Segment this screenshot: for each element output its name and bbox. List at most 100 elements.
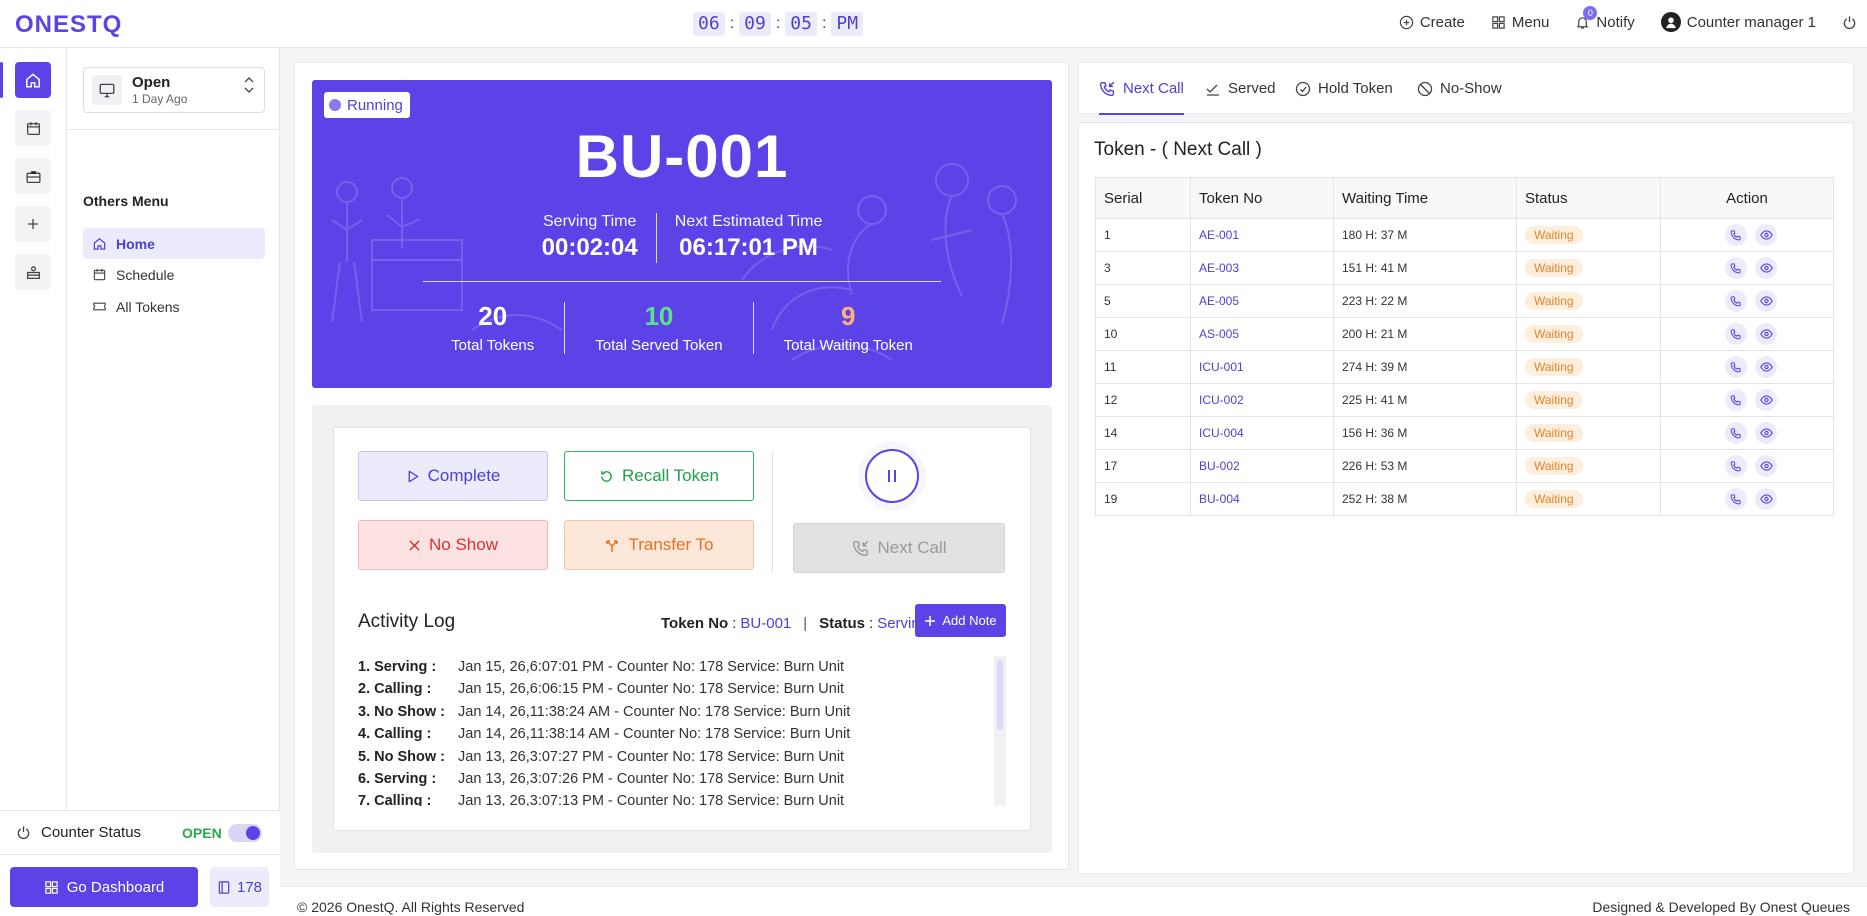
no-show-button[interactable]: No Show: [358, 520, 548, 570]
tab-label: No-Show: [1440, 80, 1502, 97]
complete-button[interactable]: Complete: [358, 451, 548, 501]
table-row: 19 BU-004 252 H: 38 M Waiting: [1095, 482, 1834, 516]
avatar: [1660, 12, 1681, 32]
logout-button[interactable]: [1842, 15, 1857, 30]
brand-logo[interactable]: ONESTQ: [15, 11, 122, 39]
status-badge: Waiting: [1525, 259, 1583, 277]
call-token-button[interactable]: [1725, 488, 1747, 510]
rail-home[interactable]: [15, 62, 51, 98]
tab-served[interactable]: Served: [1205, 63, 1276, 114]
pause-button[interactable]: [858, 442, 926, 510]
cell-token-no[interactable]: AS-005: [1190, 317, 1334, 351]
view-token-button[interactable]: [1755, 290, 1777, 312]
cell-token-no[interactable]: AE-003: [1190, 251, 1334, 285]
log-text: Jan 15, 26,6:07:01 PM - Counter No: 178 …: [458, 659, 845, 675]
call-token-button[interactable]: [1725, 422, 1747, 444]
transfer-label: Transfer To: [628, 535, 714, 554]
activity-log-meta: Token No : BU-001 | Status : Serving: [661, 615, 928, 632]
top-nav: Create Menu 0 Notify Counter manager 1: [1399, 5, 1857, 32]
activity-log-scrollbar[interactable]: [994, 656, 1006, 806]
create-button[interactable]: Create: [1399, 14, 1465, 31]
cell-token-no[interactable]: BU-002: [1190, 449, 1334, 483]
serving-time-label: Serving Time: [543, 213, 637, 230]
rail-counter[interactable]: [15, 254, 51, 290]
clock-minutes: 09: [739, 12, 771, 36]
user-menu[interactable]: Counter manager 1: [1660, 12, 1816, 32]
cell-token-no[interactable]: AE-005: [1190, 284, 1334, 318]
view-token-button[interactable]: [1755, 422, 1777, 444]
tab-label: Served: [1228, 80, 1276, 97]
menu-button[interactable]: Menu: [1491, 14, 1549, 31]
table-header-row: Serial Token No Waiting Time Status Acti…: [1095, 177, 1834, 219]
log-status: 7. Calling :: [358, 793, 432, 806]
call-token-button[interactable]: [1725, 356, 1747, 378]
call-token-button[interactable]: [1725, 323, 1747, 345]
call-token-button[interactable]: [1725, 290, 1747, 312]
current-token-card: Running BU-001 Serving Time 00:02:04 Nex…: [312, 80, 1052, 388]
next-call-button[interactable]: Next Call: [793, 523, 1005, 573]
scrollbar-thumb[interactable]: [997, 660, 1003, 730]
rail-add[interactable]: [15, 206, 51, 242]
activity-log-list[interactable]: 1. Serving : Jan 15, 26,6:07:01 PM - Coun…: [358, 656, 1006, 806]
cell-token-no[interactable]: ICU-001: [1190, 350, 1334, 384]
call-token-button[interactable]: [1725, 389, 1747, 411]
cell-serial: 19: [1095, 482, 1191, 516]
recall-token-button[interactable]: Recall Token: [564, 451, 754, 501]
call-token-button[interactable]: [1725, 224, 1747, 246]
toggle-knob: [246, 826, 260, 840]
time-row: Serving Time 00:02:04 Next Estimated Tim…: [312, 213, 1052, 263]
table-row: 12 ICU-002 225 H: 41 M Waiting: [1095, 383, 1834, 417]
view-token-button[interactable]: [1755, 488, 1777, 510]
phone-icon: [1730, 461, 1741, 472]
cell-status: Waiting: [1516, 251, 1661, 285]
recall-label: Recall Token: [621, 466, 720, 485]
view-token-button[interactable]: [1755, 356, 1777, 378]
view-token-button[interactable]: [1755, 323, 1777, 345]
transfer-to-button[interactable]: Transfer To: [564, 520, 754, 570]
call-token-button[interactable]: [1725, 455, 1747, 477]
sidebar-item-label: Home: [116, 235, 155, 252]
cell-token-no[interactable]: BU-004: [1190, 482, 1334, 516]
row-actions: [1669, 488, 1833, 510]
view-token-button[interactable]: [1755, 257, 1777, 279]
list-item: 3. No Show : Jan 14, 26,11:38:24 AM - Cou…: [358, 701, 1006, 723]
rail-schedule[interactable]: [15, 110, 51, 146]
counter-status-toggle[interactable]: [228, 824, 262, 842]
status-badge: Waiting: [1525, 457, 1583, 475]
footer-copyright: © 2026 OnestQ. All Rights Reserved: [297, 899, 525, 915]
close-icon: [409, 539, 420, 551]
go-dashboard-button[interactable]: Go Dashboard: [10, 867, 198, 907]
cell-token-no[interactable]: ICU-002: [1190, 383, 1334, 417]
tab-next-call[interactable]: Next Call: [1099, 63, 1184, 115]
sidebar-item-home[interactable]: Home: [83, 228, 265, 259]
log-text: Jan 13, 26,3:07:27 PM - Counter No: 178 …: [458, 748, 845, 765]
log-text: Jan 15, 26,6:06:15 PM - Counter No: 178 …: [458, 681, 845, 698]
view-token-button[interactable]: [1755, 224, 1777, 246]
rail-services[interactable]: [15, 158, 51, 194]
chevron-updown: [244, 77, 254, 93]
cell-serial: 11: [1095, 350, 1191, 384]
footer-credit: Designed & Developed By Onest Queues: [1592, 899, 1850, 915]
status-badge: Waiting: [1525, 226, 1583, 244]
clock-seconds: 05: [785, 12, 817, 36]
notify-button[interactable]: 0 Notify: [1575, 5, 1635, 31]
tab-hold-token[interactable]: Hold Token: [1295, 63, 1393, 114]
sidebar-item-all-tokens[interactable]: All Tokens: [83, 291, 265, 322]
call-token-button[interactable]: [1725, 257, 1747, 279]
user-name: Counter manager 1: [1686, 13, 1816, 31]
counter-open-selector[interactable]: Open 1 Day Ago: [83, 67, 265, 113]
status-badge: Waiting: [1525, 325, 1583, 343]
sidebar-item-label: Schedule: [116, 266, 175, 283]
view-token-button[interactable]: [1755, 389, 1777, 411]
status-badge: Waiting: [1525, 424, 1583, 442]
tab-no-show[interactable]: No-Show: [1417, 63, 1502, 114]
cell-token-no[interactable]: ICU-004: [1190, 416, 1334, 450]
view-token-button[interactable]: [1755, 455, 1777, 477]
row-actions: [1669, 389, 1833, 411]
counter-number-chip[interactable]: 178: [210, 867, 269, 907]
sidebar-item-schedule[interactable]: Schedule: [83, 259, 265, 290]
add-note-button[interactable]: Add Note: [915, 604, 1006, 637]
col-serial: Serial: [1095, 177, 1191, 219]
cell-token-no[interactable]: AE-001: [1190, 218, 1334, 252]
stat-label: Total Served Token: [595, 337, 723, 354]
